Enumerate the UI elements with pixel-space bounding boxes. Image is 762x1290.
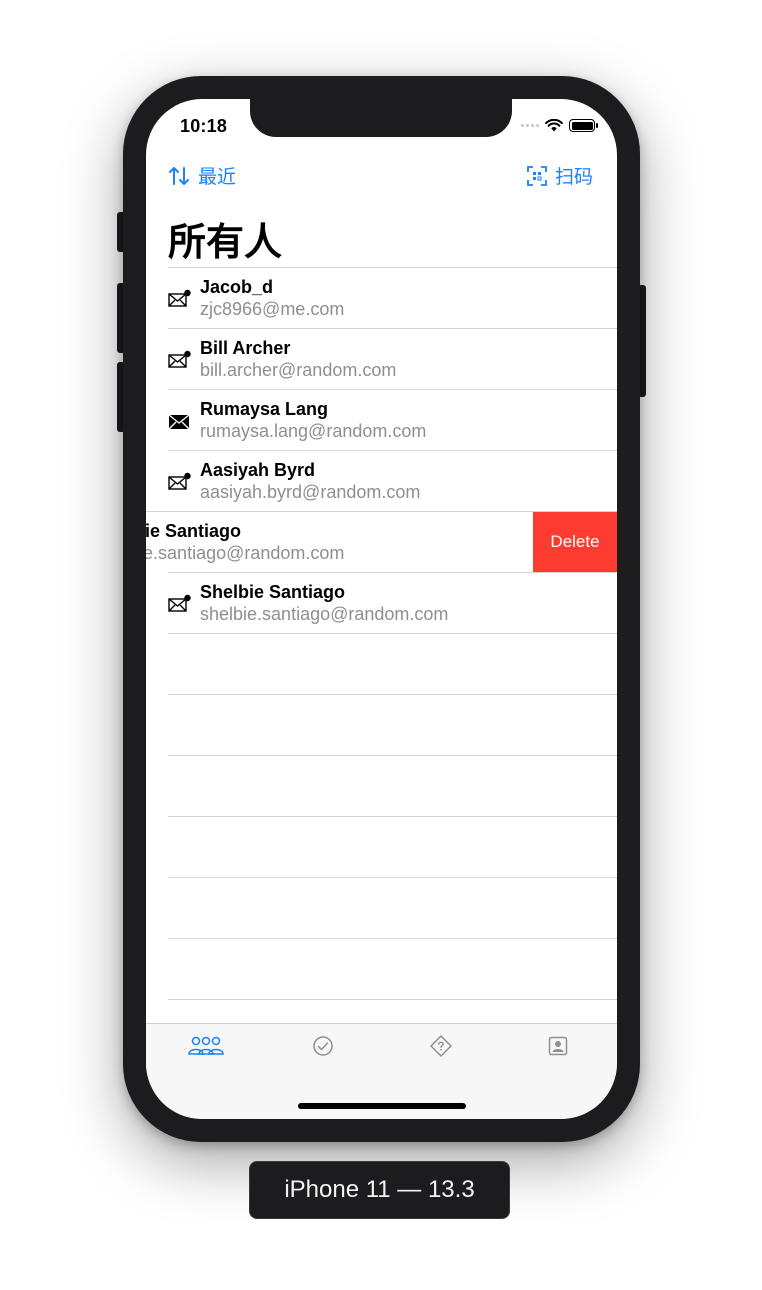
status-icons [521, 119, 598, 132]
contact-row[interactable]: Jacob_d zjc8966@me.com [146, 267, 617, 328]
contact-name: Shelbie Santiago [200, 581, 346, 602]
contact-row[interactable]: Aasiyah Byrd aasiyah.byrd@random.com [146, 450, 617, 511]
empty-row-separator [168, 694, 617, 695]
contact-text: Shelbie Santiagoshelbie.santiago@random.… [146, 520, 344, 564]
tab-help[interactable] [421, 1032, 461, 1060]
home-indicator[interactable] [298, 1103, 466, 1109]
contact-name: Shelbie Santiago [146, 520, 242, 541]
empty-row-separator [168, 755, 617, 756]
contact-list: Jacob_d zjc8966@me.com Bill Archer bill.arc… [146, 267, 617, 633]
device-label: iPhone 11 — 13.3 [249, 1161, 510, 1219]
delete-button[interactable]: Delete [533, 512, 617, 572]
contact-email: bill.archer@random.com [200, 359, 397, 380]
scan-label: 扫码 [554, 167, 593, 188]
contact-email: shelbie.santiago@random.com [146, 542, 345, 563]
page-title: 所有人 [168, 222, 283, 264]
contact-email: zjc8966@me.com [200, 298, 345, 319]
empty-row-separator [168, 999, 617, 1000]
contact-text: Rumaysa Lang rumaysa.lang@random.com [200, 398, 426, 442]
contact-row-content: Bill Archer bill.archer@random.com [168, 328, 396, 389]
contact-card-icon [548, 1036, 568, 1056]
empty-row-separator [168, 816, 617, 817]
contact-text: Jacob_d zjc8966@me.com [200, 276, 344, 320]
mail-unread-icon [168, 289, 192, 309]
contact-email: rumaysa.lang@random.com [200, 420, 427, 441]
contact-row-content: Shelbie Santiagoshelbie.santiago@random.… [146, 511, 344, 572]
contact-row[interactable]: Shelbie Santiagoshelbie.santiago@random.… [146, 511, 617, 572]
wifi-icon [545, 119, 563, 132]
question-diamond-icon [430, 1035, 452, 1057]
contact-row-content: Jacob_d zjc8966@me.com [168, 267, 344, 328]
contact-row-content: Rumaysa Lang rumaysa.lang@random.com [168, 389, 426, 450]
mail-unread-icon [168, 350, 192, 370]
contact-name: Jacob_d [200, 276, 274, 297]
contact-text: Shelbie Santiagoshelbie.santiago@random.… [200, 581, 448, 625]
contact-row-content: Shelbie Santiagoshelbie.santiago@random.… [168, 572, 448, 633]
contact-text: Bill Archer bill.archer@random.com [200, 337, 396, 381]
contact-name: Bill Archer [200, 337, 291, 358]
sort-button[interactable]: 最近 [168, 162, 236, 189]
contact-row[interactable]: Bill Archer bill.archer@random.com [146, 328, 617, 389]
contact-row-content: Aasiyah Byrd aasiyah.byrd@random.com [168, 450, 420, 511]
empty-row-separator [168, 877, 617, 878]
contact-row[interactable]: Shelbie Santiagoshelbie.santiago@random.… [146, 572, 617, 633]
tab-profile[interactable] [538, 1032, 578, 1060]
sort-arrows-icon [169, 166, 189, 185]
sort-label: 最近 [198, 167, 237, 188]
contact-email: shelbie.santiago@random.com [200, 603, 449, 624]
phone-screen: 10:18 最近 扫码 所有人 Jacob_d zjc8966@me.com Bil… [146, 99, 617, 1119]
mail-filled-icon [168, 411, 192, 431]
tab-people[interactable] [186, 1032, 226, 1060]
notch [250, 99, 512, 137]
contact-text: Aasiyah Byrd aasiyah.byrd@random.com [200, 459, 420, 503]
qr-scan-icon [527, 165, 547, 186]
checkmark-circle-icon [313, 1036, 333, 1056]
battery-icon [569, 119, 598, 132]
people-icon [188, 1036, 224, 1055]
mail-unread-icon [168, 594, 192, 614]
empty-row-separator [168, 633, 617, 634]
contact-row[interactable]: Rumaysa Lang rumaysa.lang@random.com [146, 389, 617, 450]
contact-email: aasiyah.byrd@random.com [200, 481, 421, 502]
empty-row-separator [168, 938, 617, 939]
contact-name: Aasiyah Byrd [200, 459, 316, 480]
tab-tasks[interactable] [303, 1032, 343, 1060]
mail-unread-icon [168, 472, 192, 492]
status-time: 10:18 [180, 116, 228, 136]
scan-button[interactable]: 扫码 [527, 162, 593, 189]
signal-icon [521, 124, 539, 127]
contact-name: Rumaysa Lang [200, 398, 329, 419]
